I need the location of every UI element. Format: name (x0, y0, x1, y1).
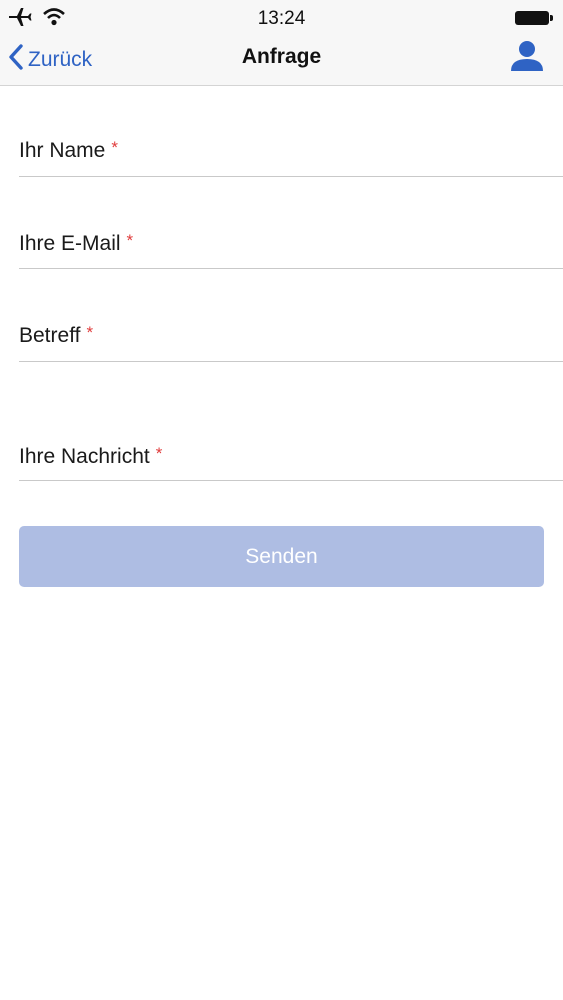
status-bar: 13:24 (0, 0, 563, 36)
name-field-label: Ihr Name * (19, 138, 118, 162)
send-button[interactable]: Senden (19, 526, 544, 587)
subject-field-label: Betreff * (19, 323, 94, 347)
profile-button[interactable] (509, 39, 545, 77)
page-title: Anfrage (241, 45, 322, 68)
inquiry-screen: 13:24 Zurück Anfrage Ihr Name * Ihre E-M… (0, 0, 563, 1000)
required-marker: * (111, 138, 118, 157)
battery-icon (515, 11, 553, 25)
message-field-underline (19, 480, 563, 481)
required-marker: * (126, 231, 134, 250)
subject-field[interactable] (19, 292, 563, 361)
email-field-underline (19, 268, 563, 269)
required-marker: * (86, 323, 94, 342)
person-icon (509, 41, 545, 81)
name-field-underline (19, 176, 563, 177)
message-field-label: Ihre Nachricht * (19, 444, 163, 468)
required-marker: * (155, 444, 163, 463)
subject-field-underline (19, 361, 563, 362)
navigation-bar: Zurück Anfrage (0, 36, 563, 86)
email-field-label: Ihre E-Mail * (19, 231, 134, 255)
status-time: 13:24 (257, 8, 306, 29)
